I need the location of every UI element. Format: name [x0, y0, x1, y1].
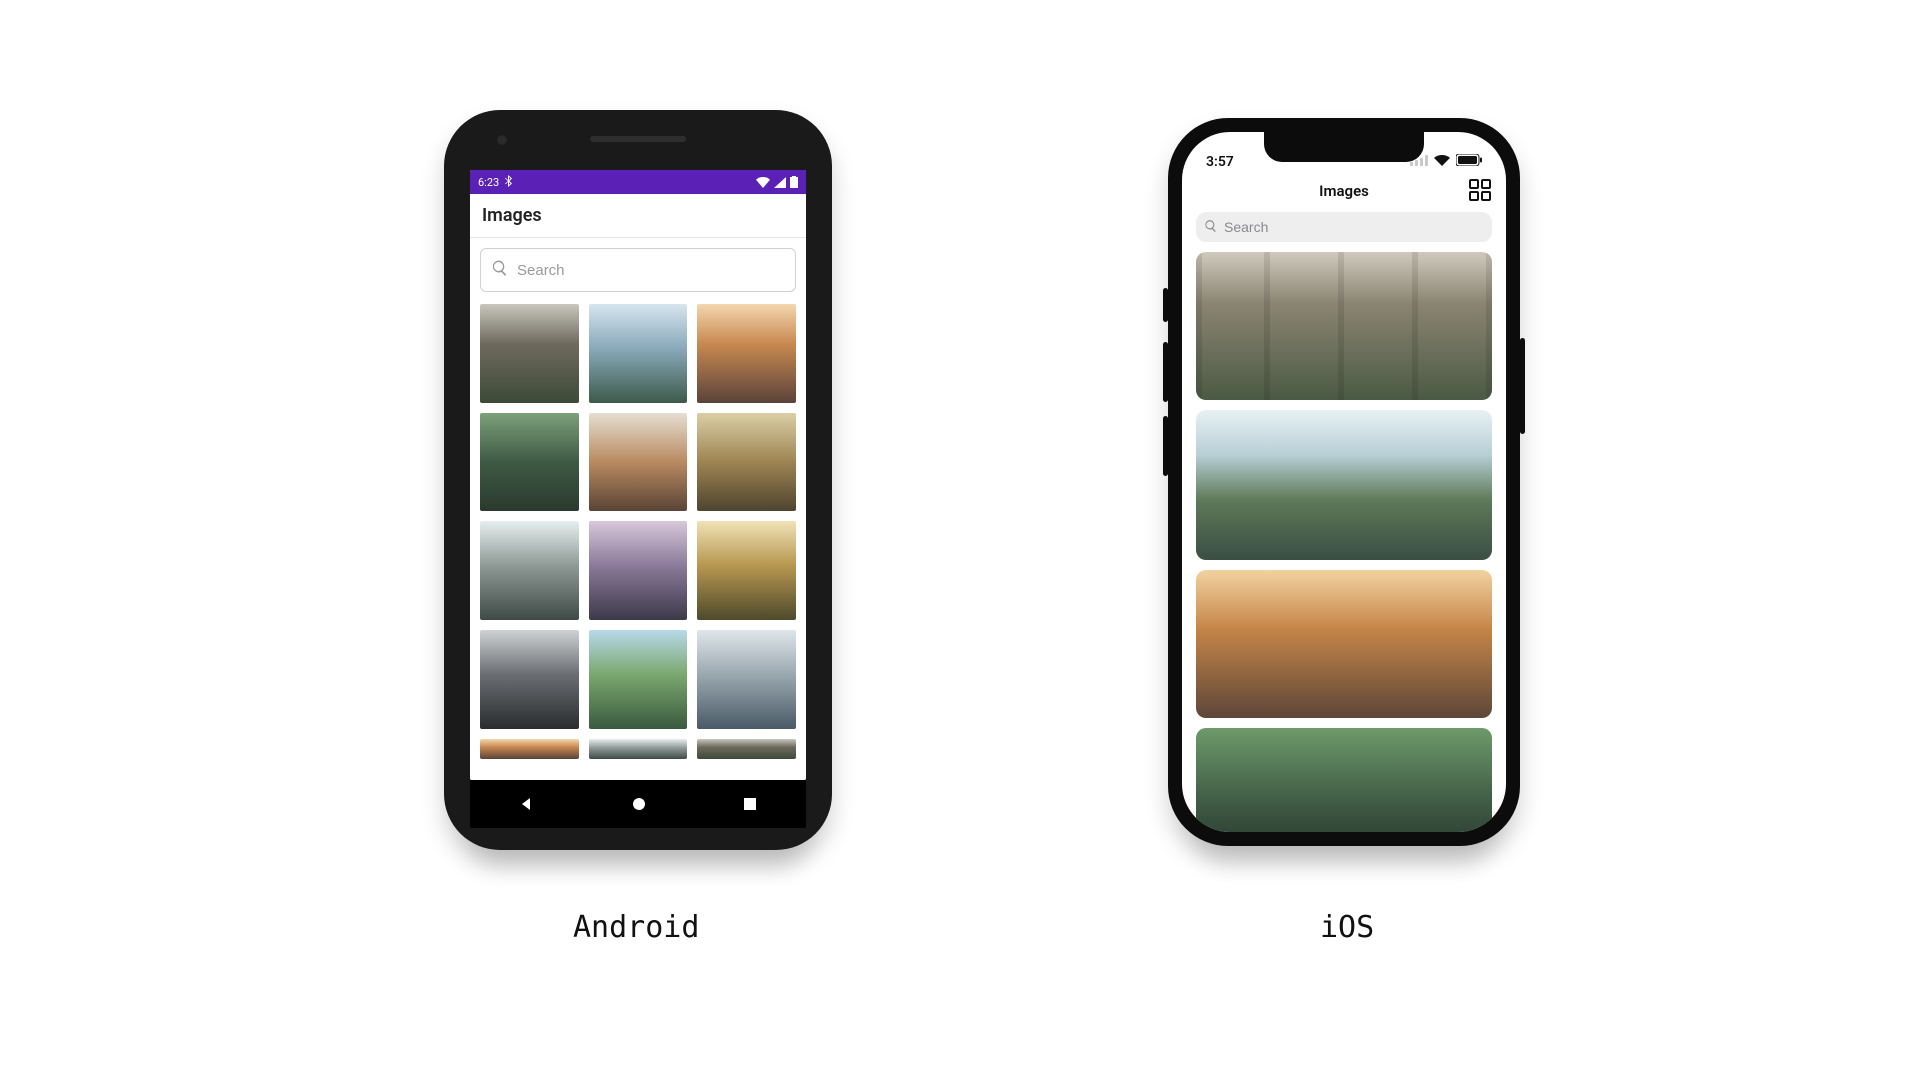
list-item[interactable] — [480, 304, 579, 403]
ios-volume-up — [1163, 342, 1168, 402]
android-status-time: 6:23 — [478, 176, 499, 189]
list-item[interactable] — [1196, 410, 1492, 560]
android-device-frame: 6:23 Image — [444, 110, 832, 850]
wifi-icon — [1434, 154, 1450, 170]
search-icon — [491, 259, 509, 281]
ios-image-list — [1196, 252, 1492, 832]
signal-icon — [774, 177, 786, 188]
list-item[interactable] — [1196, 728, 1492, 832]
list-item[interactable] — [589, 739, 688, 759]
list-item[interactable] — [697, 739, 796, 759]
list-item[interactable] — [589, 304, 688, 403]
comparison-stage: 6:23 Image — [0, 0, 1920, 1080]
android-image-grid — [480, 304, 796, 729]
list-item[interactable] — [1196, 252, 1492, 400]
android-screen: 6:23 Image — [470, 170, 806, 780]
battery-icon — [1456, 154, 1482, 170]
back-icon[interactable] — [519, 796, 535, 812]
list-item[interactable] — [697, 304, 796, 403]
ios-device-frame: 3:57 — [1168, 118, 1520, 846]
ios-nav-bar: Images — [1182, 174, 1506, 208]
ios-status-time: 3:57 — [1206, 154, 1234, 170]
list-item[interactable] — [480, 630, 579, 729]
search-input[interactable] — [480, 248, 796, 292]
search-field[interactable] — [1224, 219, 1484, 235]
home-icon[interactable] — [632, 797, 646, 811]
android-app-title: Images — [470, 194, 806, 238]
list-item[interactable] — [589, 630, 688, 729]
list-item[interactable] — [589, 521, 688, 620]
android-status-bar: 6:23 — [470, 170, 806, 194]
page-title: Images — [482, 205, 542, 226]
android-system-nav — [470, 780, 806, 828]
search-input[interactable] — [1196, 212, 1492, 242]
recent-icon[interactable] — [743, 797, 757, 811]
list-item[interactable] — [697, 630, 796, 729]
android-content[interactable] — [470, 238, 806, 780]
battery-icon — [790, 176, 798, 188]
search-field[interactable] — [517, 262, 785, 279]
list-item[interactable] — [480, 413, 579, 512]
page-title: Images — [1319, 182, 1369, 200]
android-earpiece — [444, 136, 832, 142]
ios-screen: 3:57 — [1182, 132, 1506, 832]
grid-icon[interactable] — [1468, 178, 1492, 206]
list-item[interactable] — [589, 413, 688, 512]
wifi-icon — [756, 177, 770, 188]
ios-content[interactable] — [1182, 208, 1506, 832]
bt-icon — [505, 175, 515, 190]
list-item[interactable] — [480, 739, 579, 759]
ios-power-button — [1520, 338, 1525, 434]
ios-notch — [1264, 132, 1424, 162]
list-item[interactable] — [480, 521, 579, 620]
android-image-grid-overflow — [480, 739, 796, 759]
android-caption: Android — [573, 910, 699, 945]
ios-mute-switch — [1163, 288, 1168, 322]
list-item[interactable] — [697, 521, 796, 620]
list-item[interactable] — [697, 413, 796, 512]
search-icon — [1204, 218, 1218, 237]
ios-caption: iOS — [1320, 910, 1374, 945]
ios-volume-down — [1163, 416, 1168, 476]
list-item[interactable] — [1196, 570, 1492, 718]
